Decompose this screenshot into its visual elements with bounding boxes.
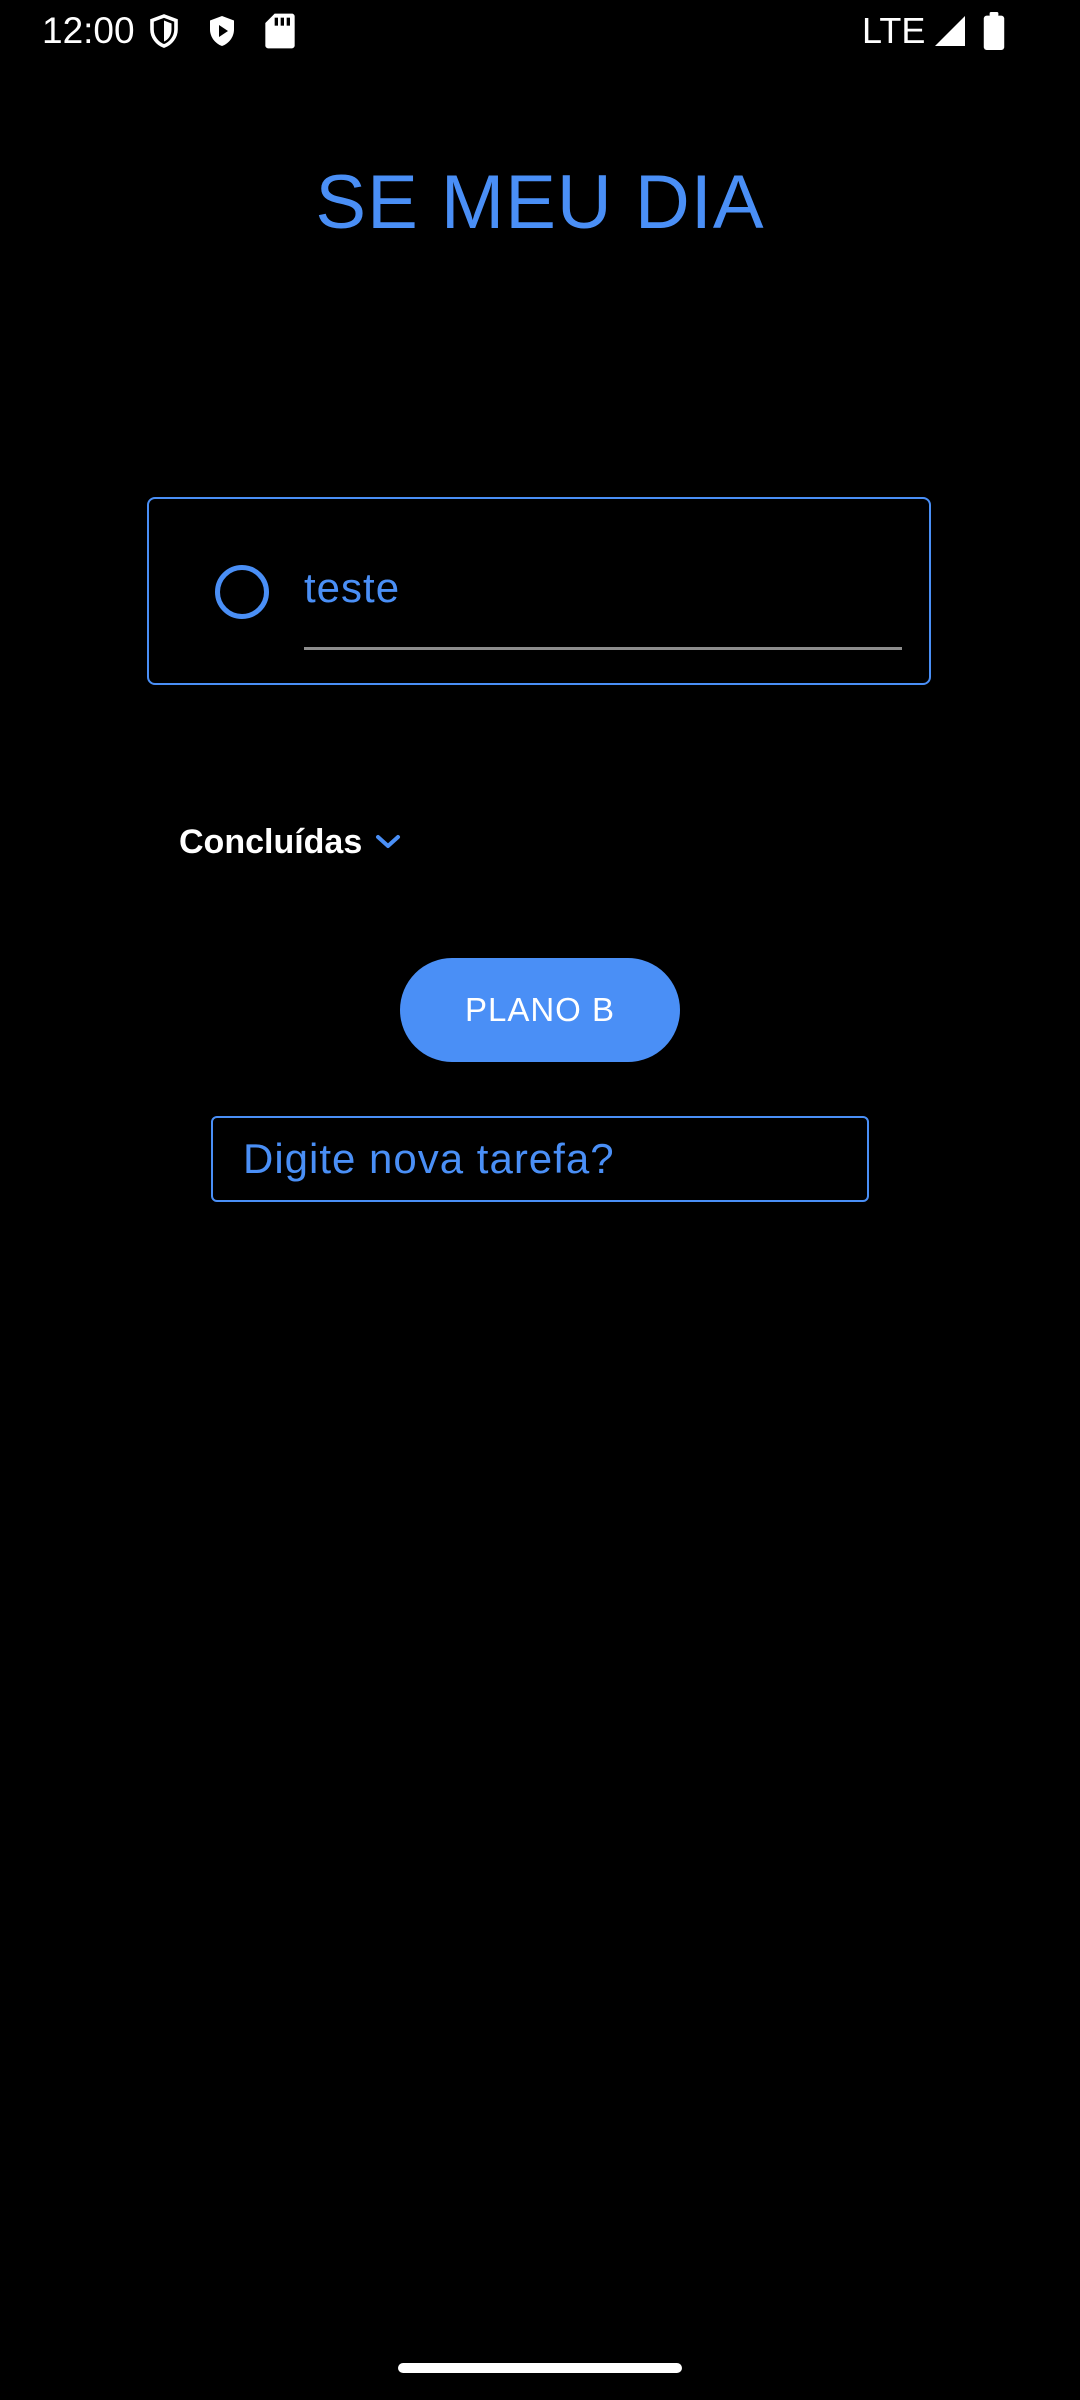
signal-icon [935, 16, 965, 46]
shield-icon [150, 14, 178, 48]
chevron-down-icon [376, 835, 401, 848]
status-time: 12:00 [42, 10, 135, 51]
gesture-nav-handle[interactable] [398, 2363, 682, 2373]
play-protect-icon [210, 16, 234, 46]
network-type: LTE [862, 10, 926, 51]
task-complete-radio[interactable] [215, 565, 269, 619]
completed-section-label: Concluídas [179, 823, 363, 861]
battery-icon [983, 12, 1005, 50]
sd-card-icon [265, 13, 295, 49]
new-task-input[interactable] [211, 1116, 869, 1202]
status-bar: 12:00 LTE [0, 0, 1080, 62]
task-text: teste [304, 564, 401, 611]
task-text-underline [304, 647, 902, 650]
task-text-field[interactable]: teste [304, 543, 902, 650]
task-card: teste [147, 497, 931, 685]
plano-b-button[interactable]: PLANO B [400, 958, 680, 1062]
page-title: SE MEU DIA [315, 160, 765, 245]
completed-section-toggle[interactable]: Concluídas [179, 815, 402, 869]
